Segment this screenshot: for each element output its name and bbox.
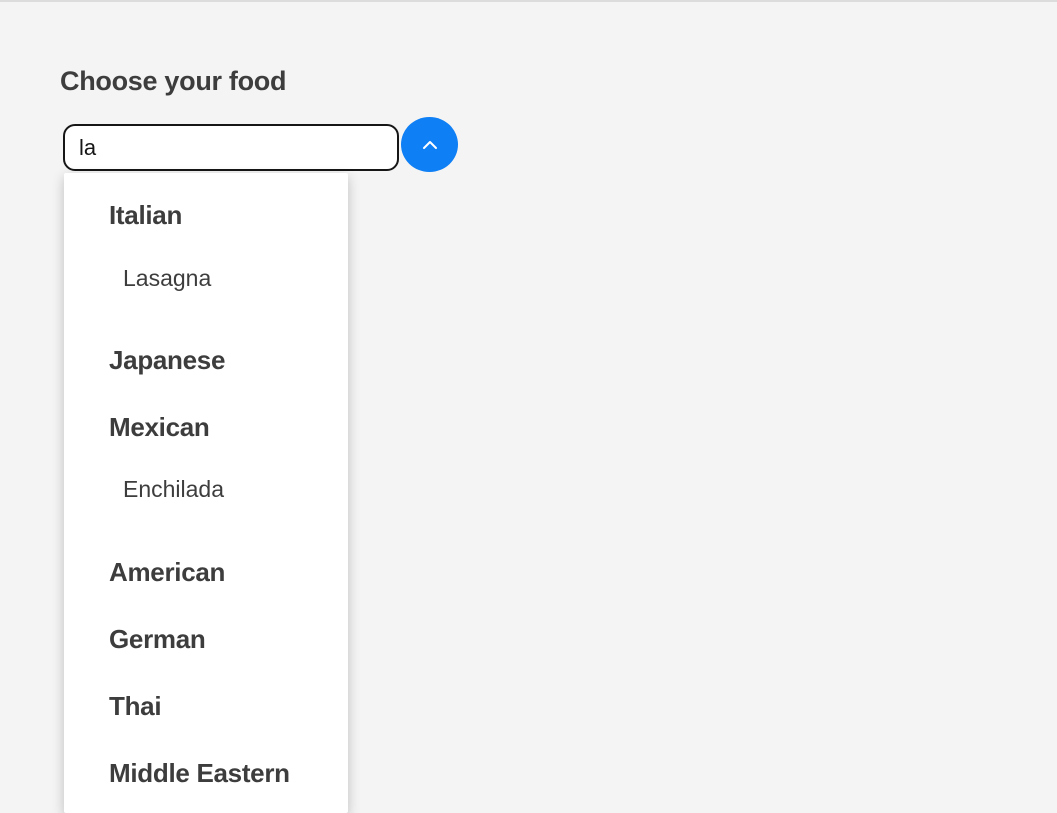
- food-combobox-input[interactable]: [63, 124, 399, 171]
- group-header-german: German: [109, 624, 206, 654]
- group-header-american: American: [109, 557, 226, 587]
- dropdown-toggle-button[interactable]: [401, 117, 458, 172]
- field-label: Choose your food: [60, 66, 287, 96]
- group-header-thai: Thai: [109, 691, 162, 721]
- top-divider: [0, 0, 1057, 2]
- option-enchilada[interactable]: Enchilada: [123, 476, 224, 503]
- dropdown-listbox: Italian Lasagna Japanese Mexican Enchila…: [64, 173, 348, 813]
- chevron-up-icon: [422, 140, 437, 149]
- group-header-mexican: Mexican: [109, 412, 210, 442]
- option-lasagna[interactable]: Lasagna: [123, 265, 211, 292]
- group-header-middle-eastern: Middle Eastern: [109, 758, 290, 788]
- group-header-italian: Italian: [109, 200, 183, 230]
- group-header-japanese: Japanese: [109, 345, 226, 375]
